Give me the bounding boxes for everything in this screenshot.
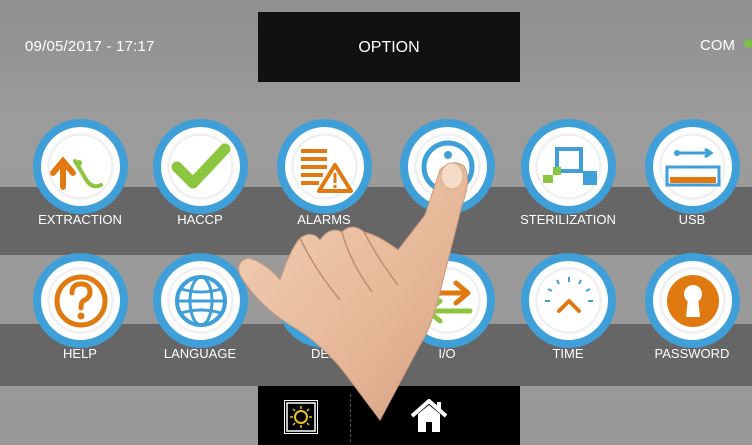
tile-extraction[interactable]	[33, 119, 128, 214]
tile-haccp[interactable]	[153, 119, 248, 214]
sterilization-icon	[543, 147, 597, 185]
com-status-label: COM	[700, 37, 735, 54]
alarm-warning-icon	[301, 149, 353, 193]
tile-label-extraction: EXTRACTION	[38, 212, 122, 227]
status-datetime: 09/05/2017 - 17:17	[25, 38, 155, 55]
tile-label-io: I/O	[438, 346, 456, 361]
tile-def[interactable]	[277, 253, 372, 348]
tile-usb[interactable]	[645, 119, 740, 214]
home-button[interactable]	[408, 396, 450, 436]
usb-icon	[665, 147, 721, 187]
tile-sterilization[interactable]	[521, 119, 616, 214]
defrost-icon	[305, 279, 345, 323]
title-box: OPTION	[258, 12, 520, 82]
info-icon	[421, 140, 475, 194]
tile-help[interactable]	[33, 253, 128, 348]
io-arrows-icon	[423, 280, 473, 324]
tile-label-sterilization: STERILIZATION	[520, 212, 616, 227]
tile-time[interactable]	[521, 253, 616, 348]
help-icon	[54, 274, 108, 328]
tile-io[interactable]	[400, 253, 495, 348]
tile-password[interactable]	[645, 253, 740, 348]
keyhole-icon	[667, 275, 719, 327]
page-title: OPTION	[358, 39, 420, 56]
tile-label-haccp: HACCP	[177, 212, 223, 227]
com-status-indicator	[744, 39, 752, 48]
globe-icon	[175, 275, 227, 327]
tile-label-help: HELP	[63, 346, 97, 361]
tile-label-alarms: ALARMS	[297, 212, 351, 227]
tile-label-password: PASSWORD	[654, 346, 730, 361]
tile-label-language: LANGUAGE	[163, 346, 237, 361]
tile-label-usb: USB	[678, 212, 706, 227]
tile-alarms[interactable]	[277, 119, 372, 214]
extraction-icon	[50, 156, 103, 190]
brightness-button[interactable]	[284, 400, 318, 434]
bottom-bar	[258, 386, 520, 445]
tile-info[interactable]	[400, 119, 495, 214]
tile-label-def: DEF	[311, 346, 337, 361]
brightness-icon	[285, 401, 317, 433]
clock-icon	[545, 277, 593, 313]
bottom-bar-divider	[350, 394, 352, 442]
option-screen: 09/05/2017 - 17:17 OPTION COM EXTRACTION…	[0, 0, 752, 445]
checkmark-icon	[171, 143, 231, 189]
tile-label-time: TIME	[552, 346, 584, 361]
tile-language[interactable]	[153, 253, 248, 348]
home-icon	[410, 399, 448, 432]
